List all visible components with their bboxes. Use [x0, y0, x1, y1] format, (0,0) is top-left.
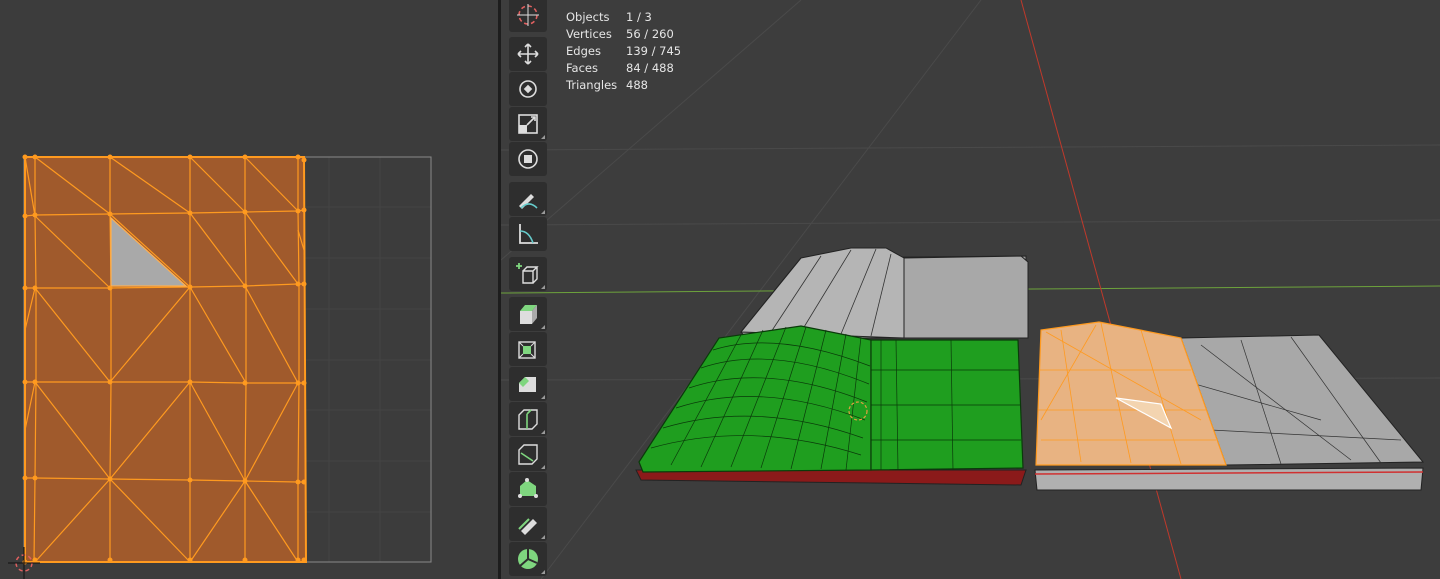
- tool-shelf: [509, 0, 549, 579]
- poly-build-tool[interactable]: [509, 472, 547, 506]
- scale-tool[interactable]: [509, 107, 547, 141]
- annotate-icon: [519, 194, 538, 209]
- stat-row-vertices: Vertices 56 / 260: [566, 26, 681, 43]
- stat-label: Vertices: [566, 27, 612, 41]
- stat-label: Faces: [566, 61, 598, 75]
- stat-value: 139 / 745: [626, 44, 682, 58]
- extrude-tool[interactable]: [509, 297, 547, 331]
- scale-icon: [518, 114, 538, 134]
- stat-value: 56 / 260: [626, 27, 674, 41]
- smooth-icon: [518, 549, 538, 569]
- x-axis-line: [1020, 0, 1182, 579]
- transform-icon: [518, 149, 538, 169]
- 3d-viewport[interactable]: Objects 1 / 3 Vertices 56 / 260 Edges 139 /…: [501, 0, 1440, 579]
- stat-label: Objects: [566, 10, 610, 24]
- statistics-overlay: Objects 1 / 3 Vertices 56 / 260 Edges 139 /…: [566, 9, 681, 94]
- measure-tool[interactable]: [509, 217, 547, 251]
- transform-tool[interactable]: [509, 142, 547, 176]
- stat-value: 488: [626, 78, 648, 92]
- spin-icon: [518, 518, 537, 535]
- rotate-icon: [519, 80, 537, 98]
- stat-label: Edges: [566, 44, 601, 58]
- bevel-tool[interactable]: [509, 367, 547, 401]
- stat-row-faces: Faces 84 / 488: [566, 60, 681, 77]
- knife-tool[interactable]: [509, 437, 547, 471]
- add-cube-icon: [516, 263, 539, 284]
- measure-icon: [519, 224, 538, 244]
- uv-island[interactable]: [22, 154, 308, 565]
- uv-canvas[interactable]: [0, 0, 498, 579]
- stat-value: 84 / 488: [626, 61, 674, 75]
- green-book[interactable]: [635, 325, 1027, 486]
- move-icon: [517, 43, 539, 65]
- add-cube-tool[interactable]: [509, 257, 547, 291]
- stat-row-objects: Objects 1 / 3: [566, 9, 681, 26]
- move-tool[interactable]: [509, 37, 547, 71]
- knife-icon: [518, 444, 538, 465]
- inset-icon: [518, 341, 536, 359]
- bevel-icon: [519, 377, 536, 392]
- stat-value: 1 / 3: [626, 10, 652, 24]
- rotate-tool[interactable]: [509, 72, 547, 106]
- uv-editor[interactable]: [0, 0, 498, 579]
- stat-row-edges: Edges 139 / 745: [566, 43, 681, 60]
- inset-tool[interactable]: [509, 332, 547, 366]
- extrude-icon: [520, 305, 537, 324]
- grey-book-back[interactable]: [739, 247, 1029, 339]
- loop-cut-icon: [518, 409, 538, 430]
- annotate-tool[interactable]: [509, 182, 547, 216]
- stat-label: Triangles: [566, 78, 618, 92]
- poly-build-icon: [518, 478, 538, 498]
- cursor-icon: [517, 4, 539, 26]
- cursor-tool[interactable]: [509, 0, 547, 32]
- loop-cut-tool[interactable]: [509, 402, 547, 436]
- spin-tool[interactable]: [509, 507, 547, 541]
- grey-open-book[interactable]: [1034, 321, 1425, 491]
- smooth-tool[interactable]: [509, 542, 547, 576]
- stat-row-triangles: Triangles 488: [566, 77, 681, 94]
